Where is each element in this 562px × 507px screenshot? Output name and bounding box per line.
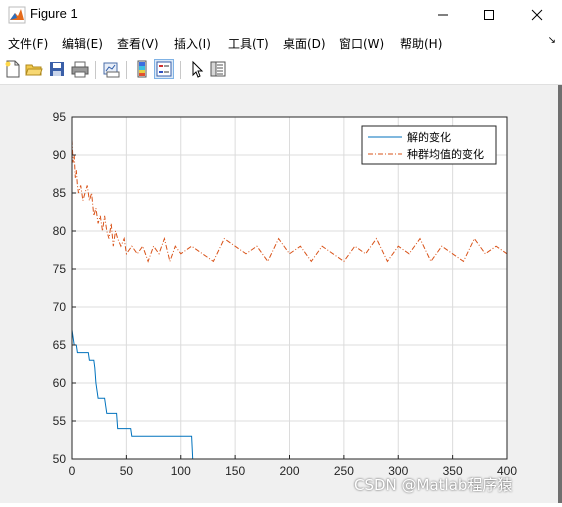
toolbar-separator [95,61,96,79]
x-tick-label: 200 [279,464,299,478]
close-icon [531,9,543,21]
figure-canvas: 0 50 100 150 200 250 300 350 400 50 55 60 65 70 75 80 85… [0,85,558,503]
toolbar-separator [180,61,181,79]
menu-window[interactable]: 窗口(W) [339,35,384,52]
property-inspector-icon[interactable] [209,60,227,78]
y-tick-label: 95 [53,110,67,124]
line-chart[interactable]: 0 50 100 150 200 250 300 350 4005055606570758085… [0,85,558,503]
menu-tools[interactable]: 工具(T) [228,35,269,52]
pointer-icon[interactable] [188,60,206,78]
legend-label-1: 种群均值的变化 [407,147,484,161]
legend-icon[interactable] [154,59,174,79]
open-file-icon[interactable] [25,60,43,78]
x-tick-label: 250 [334,464,354,478]
save-icon[interactable] [48,60,66,78]
y-tick-label: 55 [53,414,67,428]
x-tick-label: 50 [120,464,134,478]
minimize-button[interactable] [420,0,466,30]
y-tick-label: 75 [53,262,67,276]
close-button[interactable] [514,0,560,30]
menu-help[interactable]: 帮助(H) [400,35,442,52]
menu-file[interactable]: 文件(F) [8,35,48,52]
window-title: Figure 1 [30,6,78,21]
window-edge [558,85,562,503]
link-plot-icon[interactable] [102,60,120,78]
print-icon[interactable] [71,60,89,78]
toolbar [0,56,562,85]
x-tick-label: 100 [171,464,191,478]
title-bar: Figure 1 [0,0,562,30]
y-tick-label: 70 [53,300,67,314]
x-tick-label: 0 [69,464,76,478]
menu-insert[interactable]: 插入(I) [174,35,211,52]
y-tick-label: 50 [53,452,67,466]
menu-edit[interactable]: 编辑(E) [62,35,103,52]
y-tick-label: 90 [53,148,67,162]
x-tick-label: 150 [225,464,245,478]
maximize-icon [484,10,494,20]
menu-bar: 文件(F) 编辑(E) 查看(V) 插入(I) 工具(T) 桌面(D) 窗口(W… [0,32,562,54]
minimize-icon [438,14,448,16]
matlab-logo-icon [8,6,26,24]
legend-label-0: 解的变化 [407,130,451,144]
y-tick-label: 65 [53,338,67,352]
y-tick-label: 60 [53,376,67,390]
new-figure-icon[interactable] [4,60,22,78]
menu-view[interactable]: 查看(V) [117,35,159,52]
toolbar-separator [126,61,127,79]
colorbar-icon[interactable] [133,60,151,78]
y-tick-label: 80 [53,224,67,238]
watermark-text: CSDN @Matlab程序猿 [354,476,513,494]
maximize-button[interactable] [466,0,512,30]
menu-desktop[interactable]: 桌面(D) [283,35,326,52]
menu-overflow-icon[interactable]: ↘ [548,35,556,46]
y-tick-label: 85 [53,186,67,200]
